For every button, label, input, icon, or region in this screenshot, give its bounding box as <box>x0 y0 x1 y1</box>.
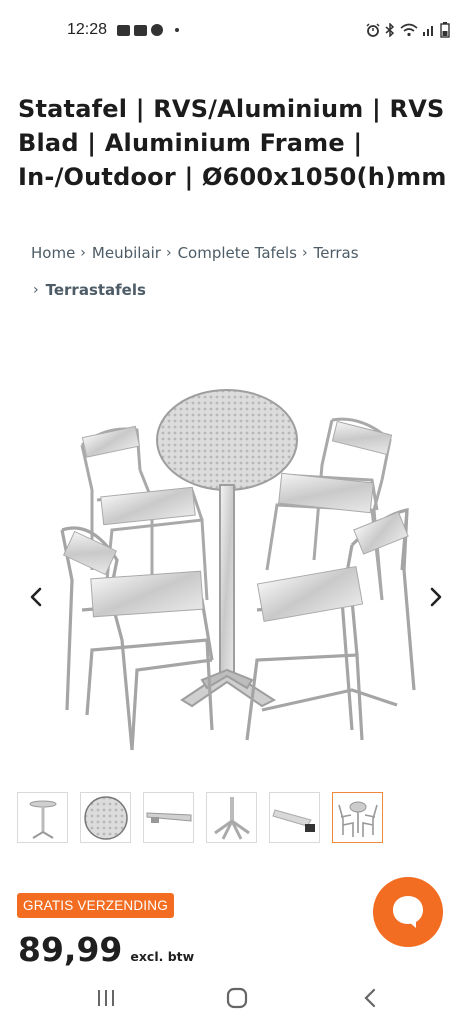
thumb-table-full[interactable] <box>17 792 68 843</box>
product-title: Statafel | RVS/Aluminium | RVS Blad | Al… <box>18 95 447 191</box>
image-icon <box>117 24 130 36</box>
breadcrumb-separator: › <box>302 245 308 261</box>
battery-icon <box>440 22 450 38</box>
free-shipping-badge: GRATIS VERZENDING <box>17 893 174 918</box>
table-thumbnail-image <box>29 800 56 839</box>
thumb-table-edge[interactable] <box>143 792 194 843</box>
breadcrumb-separator: › <box>80 245 86 261</box>
notification-icons <box>117 24 179 36</box>
back-icon <box>364 988 376 1008</box>
alarm-icon <box>366 23 380 37</box>
bluetooth-icon <box>385 23 395 37</box>
thumbnail-strip <box>17 792 383 843</box>
price-vat-note: excl. btw <box>130 949 195 964</box>
chat-button[interactable] <box>373 877 443 947</box>
thumb-table-base[interactable] <box>206 792 257 843</box>
breadcrumb-item-home[interactable]: Home <box>31 244 75 262</box>
recents-button[interactable] <box>94 986 118 1010</box>
breadcrumb-item-complete-tafels[interactable]: Complete Tafels <box>178 244 297 262</box>
product-main-image[interactable] <box>52 370 424 760</box>
dot-icon <box>175 28 179 32</box>
messenger-icon <box>151 24 163 36</box>
chevron-left-icon <box>30 587 42 607</box>
breadcrumb-current-row: › Terrastafels <box>33 281 146 299</box>
home-button[interactable] <box>225 986 249 1010</box>
breadcrumb-item-meubilair[interactable]: Meubilair <box>92 244 161 262</box>
recents-icon <box>98 990 114 1006</box>
thumb-table-set[interactable] <box>332 792 383 843</box>
wifi-icon <box>400 23 418 37</box>
tabletop-thumbnail-image <box>83 795 128 840</box>
youtube-icon <box>134 24 147 36</box>
breadcrumb-separator: › <box>165 245 172 261</box>
system-icons <box>366 22 450 38</box>
status-bar: 12:28 <box>0 0 472 62</box>
edge-thumbnail-image <box>146 811 191 823</box>
price-row: 89,99 excl. btw <box>18 930 194 969</box>
chevron-right-icon <box>430 587 442 607</box>
chat-bubble-icon <box>393 896 423 928</box>
home-icon <box>226 987 248 1009</box>
gallery-prev-button[interactable] <box>24 585 48 609</box>
set-thumbnail-image <box>337 801 378 837</box>
breadcrumb-item-current: Terrastafels <box>45 281 146 299</box>
product-gallery <box>0 330 472 770</box>
thumb-table-top[interactable] <box>80 792 131 843</box>
thumb-table-foot[interactable] <box>269 792 320 843</box>
back-button[interactable] <box>358 986 382 1010</box>
price-value: 89,99 <box>18 930 123 969</box>
gallery-next-button[interactable] <box>424 585 448 609</box>
foot-thumbnail-image <box>271 808 315 832</box>
signal-icon <box>423 26 433 36</box>
breadcrumb: Home › Meubilair › Complete Tafels › Ter… <box>31 244 359 262</box>
breadcrumb-separator: › <box>33 282 39 298</box>
base-thumbnail-image <box>213 796 250 840</box>
status-time: 12:28 <box>67 21 108 38</box>
system-nav-bar <box>0 970 472 1024</box>
breadcrumb-item-terras[interactable]: Terras <box>314 244 359 262</box>
